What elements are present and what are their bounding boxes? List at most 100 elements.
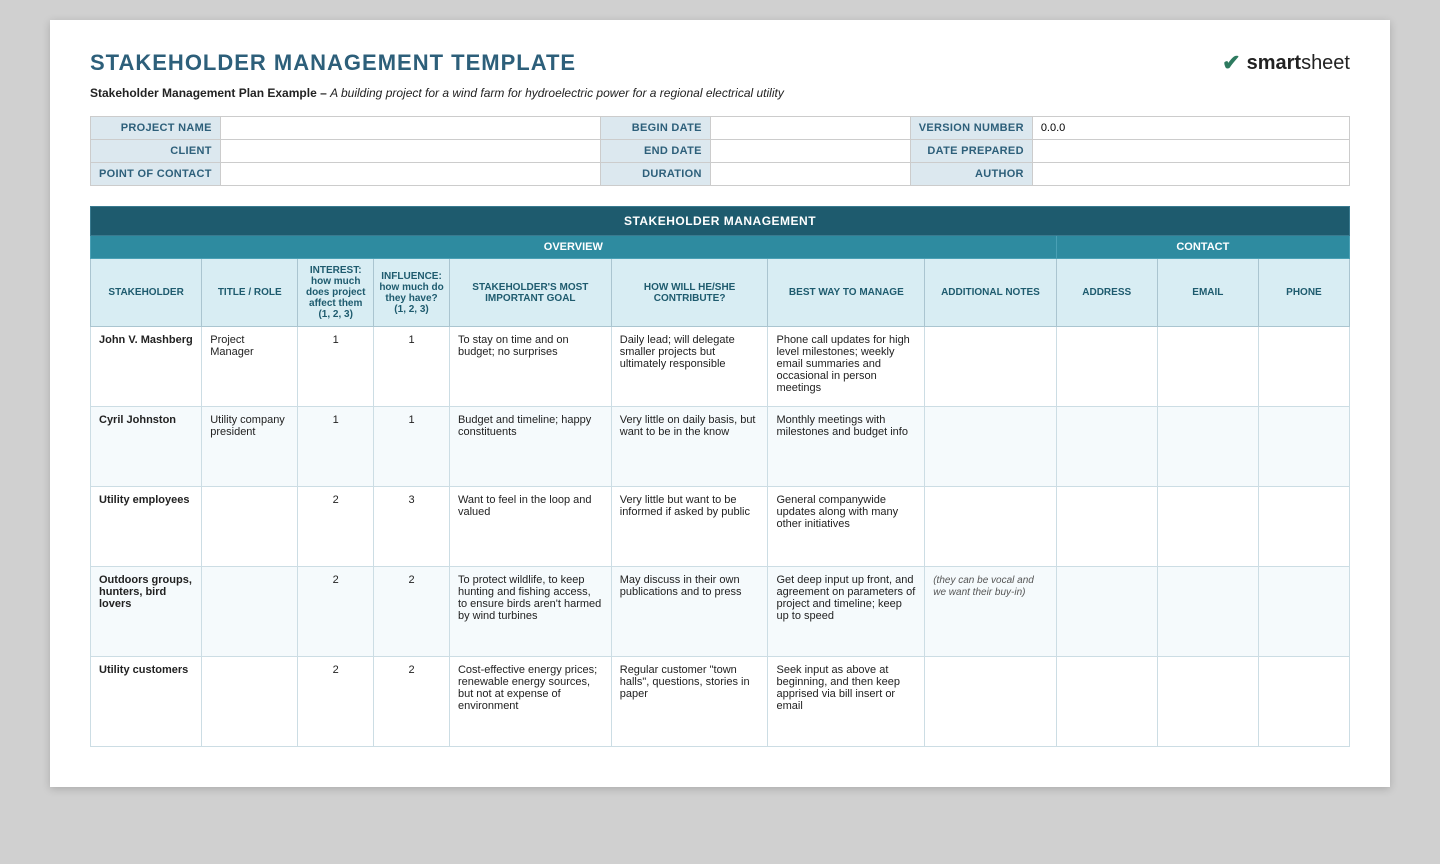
author-value[interactable] [1032,163,1349,186]
date-prepared-value[interactable] [1032,140,1349,163]
col-header-contribute: HOW WILL HE/SHE CONTRIBUTE? [611,259,768,327]
client-label: CLIENT [91,140,221,163]
stakeholder-phone [1258,657,1349,747]
stakeholder-goal: To stay on time and on budget; no surpri… [449,327,611,407]
stakeholder-title: Utility company president [202,407,298,487]
stakeholder-address [1056,327,1157,407]
end-date-value[interactable] [710,140,910,163]
stakeholder-address [1056,407,1157,487]
col-header-address: ADDRESS [1056,259,1157,327]
table-row: Outdoors groups, hunters, bird lovers 2 … [91,567,1350,657]
stakeholder-goal: Cost-effective energy prices; renewable … [449,657,611,747]
stakeholder-name: John V. Mashberg [91,327,202,407]
stakeholder-address [1056,657,1157,747]
stakeholder-interest: 1 [298,407,374,487]
stakeholder-email [1157,327,1258,407]
table-row: Utility employees 2 3 Want to feel in th… [91,487,1350,567]
table-header-sections: OVERVIEW CONTACT [91,236,1350,259]
project-info-table: PROJECT NAME BEGIN DATE VERSION NUMBER 0… [90,116,1350,186]
stakeholder-goal: Budget and timeline; happy constituents [449,407,611,487]
subtitle: Stakeholder Management Plan Example – A … [90,86,1350,100]
stakeholder-manage: General companywide updates along with m… [768,487,925,567]
stakeholder-address [1056,487,1157,567]
stakeholder-influence: 3 [374,487,450,567]
stakeholder-interest: 1 [298,327,374,407]
stakeholder-manage: Monthly meetings with milestones and bud… [768,407,925,487]
stakeholder-notes [925,327,1056,407]
date-prepared-label: DATE PREPARED [910,140,1032,163]
project-info-row-3: POINT OF CONTACT DURATION AUTHOR [91,163,1350,186]
stakeholder-notes [925,487,1056,567]
table-row: Utility customers 2 2 Cost-effective ene… [91,657,1350,747]
stakeholder-goal: To protect wildlife, to keep hunting and… [449,567,611,657]
logo: ✔ smartsheet [1222,50,1350,76]
overview-header: OVERVIEW [91,236,1057,259]
stakeholder-email [1157,407,1258,487]
stakeholder-notes: (they can be vocal and we want their buy… [925,567,1056,657]
stakeholder-name: Utility employees [91,487,202,567]
project-name-label: PROJECT NAME [91,117,221,140]
stakeholder-email [1157,567,1258,657]
project-info-row-2: CLIENT END DATE DATE PREPARED [91,140,1350,163]
duration-value[interactable] [710,163,910,186]
col-header-phone: PHONE [1258,259,1349,327]
stakeholder-name: Utility customers [91,657,202,747]
stakeholder-influence: 2 [374,657,450,747]
version-number-label: VERSION NUMBER [910,117,1032,140]
version-number-value[interactable]: 0.0.0 [1032,117,1349,140]
subtitle-plain: Stakeholder Management Plan Example – [90,86,330,100]
table-header-main: STAKEHOLDER MANAGEMENT [91,207,1350,236]
table-col-headers: STAKEHOLDER TITLE / ROLE INTEREST: how m… [91,259,1350,327]
poc-value[interactable] [220,163,600,186]
stakeholder-title: Project Manager [202,327,298,407]
col-header-interest: INTEREST: how much does project affect t… [298,259,374,327]
stakeholder-interest: 2 [298,567,374,657]
stakeholder-title [202,487,298,567]
stakeholder-phone [1258,407,1349,487]
stakeholder-influence: 1 [374,407,450,487]
contact-header: CONTACT [1056,236,1349,259]
col-header-influence: INFLUENCE: how much do they have? (1, 2,… [374,259,450,327]
stakeholder-phone [1258,567,1349,657]
duration-label: DURATION [600,163,710,186]
stakeholder-contribute: May discuss in their own publications an… [611,567,768,657]
col-header-goal: STAKEHOLDER'S MOST IMPORTANT GOAL [449,259,611,327]
col-header-manage: BEST WAY TO MANAGE [768,259,925,327]
col-header-email: EMAIL [1157,259,1258,327]
begin-date-value[interactable] [710,117,910,140]
logo-check-icon: ✔ [1222,50,1240,76]
stakeholder-interest: 2 [298,657,374,747]
stakeholder-phone [1258,327,1349,407]
stakeholder-manage: Get deep input up front, and agreement o… [768,567,925,657]
col-header-stakeholder: STAKEHOLDER [91,259,202,327]
stakeholder-name: Outdoors groups, hunters, bird lovers [91,567,202,657]
table-row: John V. Mashberg Project Manager 1 1 To … [91,327,1350,407]
stakeholder-contribute: Daily lead; will delegate smaller projec… [611,327,768,407]
stakeholder-management-table: STAKEHOLDER MANAGEMENT OVERVIEW CONTACT … [90,206,1350,747]
page-container: STAKEHOLDER MANAGEMENT TEMPLATE ✔ smarts… [50,20,1390,787]
stakeholder-manage: Seek input as above at beginning, and th… [768,657,925,747]
col-header-title: TITLE / ROLE [202,259,298,327]
page-header: STAKEHOLDER MANAGEMENT TEMPLATE ✔ smarts… [90,50,1350,76]
table-row: Cyril Johnston Utility company president… [91,407,1350,487]
project-name-value[interactable] [220,117,600,140]
poc-label: POINT OF CONTACT [91,163,221,186]
begin-date-label: BEGIN DATE [600,117,710,140]
logo-text: smartsheet [1247,52,1350,75]
project-info-row-1: PROJECT NAME BEGIN DATE VERSION NUMBER 0… [91,117,1350,140]
stakeholder-address [1056,567,1157,657]
client-value[interactable] [220,140,600,163]
page-title: STAKEHOLDER MANAGEMENT TEMPLATE [90,50,576,76]
stakeholder-email [1157,487,1258,567]
stakeholder-influence: 1 [374,327,450,407]
col-header-notes: ADDITIONAL NOTES [925,259,1056,327]
subtitle-italic: A building project for a wind farm for h… [330,86,784,100]
stakeholder-title [202,657,298,747]
stakeholder-notes [925,407,1056,487]
stakeholder-email [1157,657,1258,747]
stakeholder-manage: Phone call updates for high level milest… [768,327,925,407]
stakeholder-notes [925,657,1056,747]
stakeholder-name: Cyril Johnston [91,407,202,487]
stakeholder-goal: Want to feel in the loop and valued [449,487,611,567]
logo-brand: smart [1247,52,1301,74]
